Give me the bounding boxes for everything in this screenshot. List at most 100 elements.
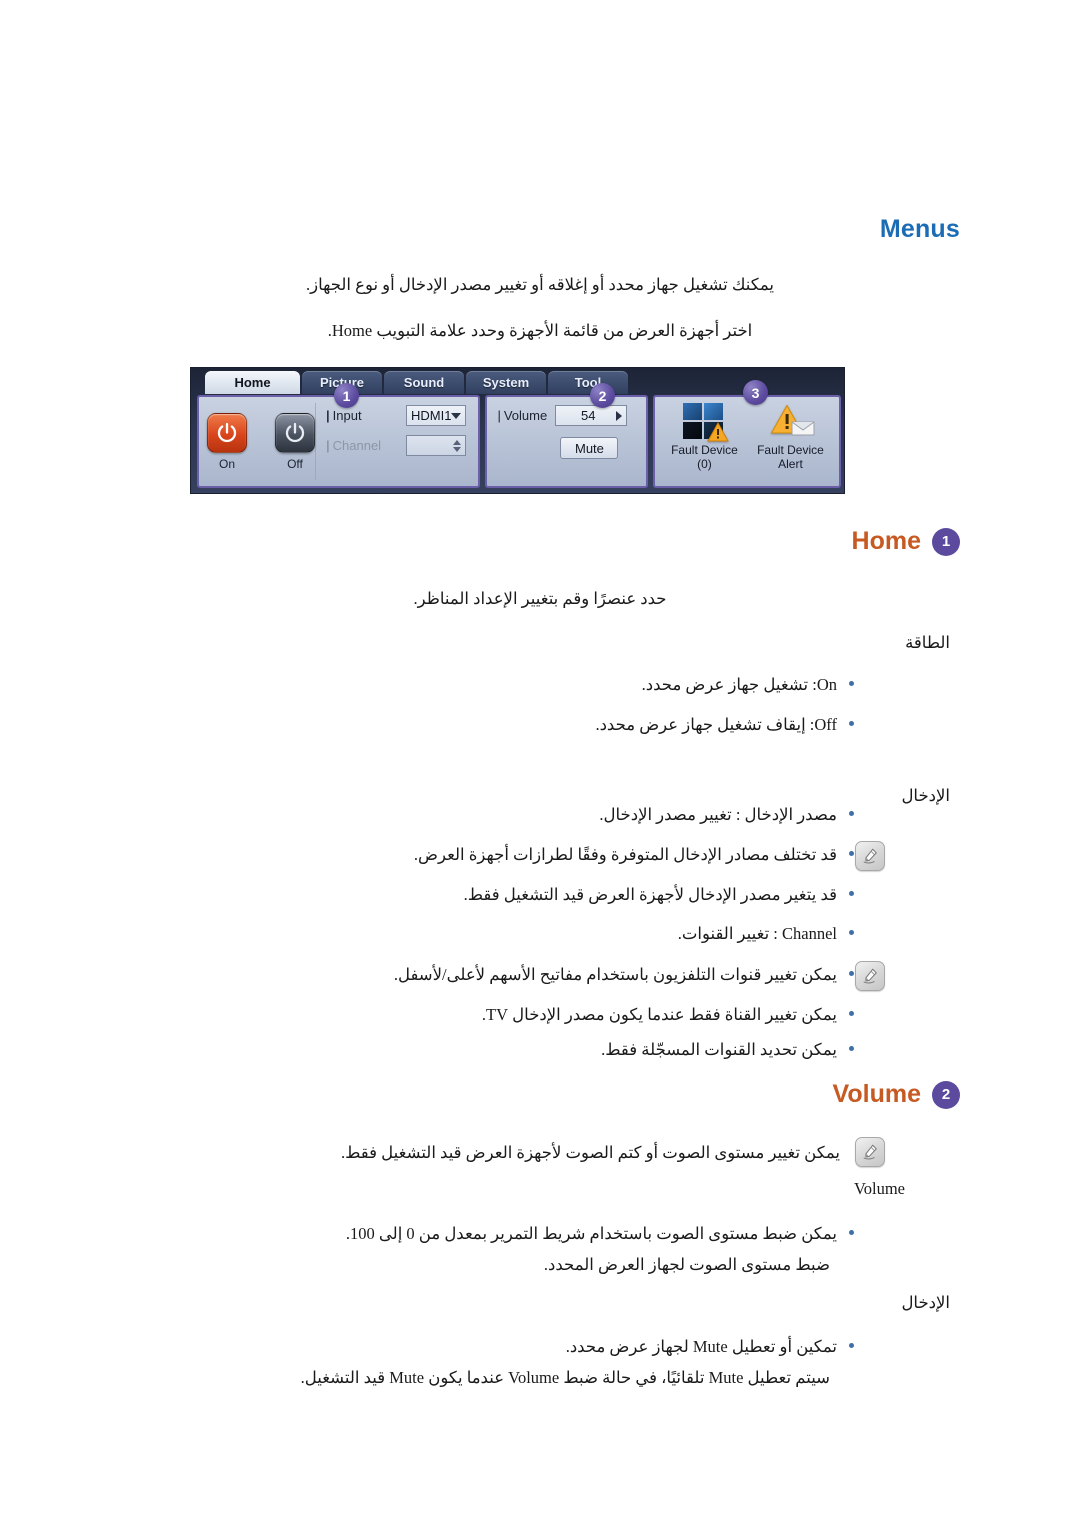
input-dropdown[interactable]: HDMI1 [406, 405, 467, 426]
input-channel-section: | Input HDMI1 | Channel [316, 397, 478, 486]
osd-body: On Off | Input HDMI1 | Channel | Volume … [197, 395, 842, 488]
bullet-channel-registered: يمكن تحديد القنوات المسجّلة فقط. [601, 1038, 854, 1063]
bullet-power-on: On: تشغيل جهاز عرض محدد. [642, 673, 854, 698]
channel-label-text: Channel [332, 438, 382, 453]
bullet-channel: Channel : تغيير القنوات. [678, 922, 854, 947]
section-badge-volume: 2 [932, 1080, 960, 1109]
bullet-dot-icon [849, 681, 854, 686]
bullet-text: يمكن تحديد القنوات المسجّلة فقط. [601, 1040, 837, 1059]
callout-badge-3: 3 [743, 380, 768, 405]
chevron-down-icon[interactable] [451, 412, 462, 419]
document-page: Menus يمكنك تشغيل جهاز محدد أو إغلاقه أو… [0, 0, 1080, 1527]
channel-marker-icon: | [326, 438, 330, 453]
spinner-up-icon[interactable] [453, 439, 462, 445]
input-label-text: Input [332, 408, 362, 423]
section-heading-home-text: Home [851, 527, 921, 555]
bullet-text: قد يتغير مصدر الإدخال لأجهزة العرض قيد ا… [463, 885, 837, 904]
volume-row: | Volume 54 [497, 405, 636, 426]
bullet-dot-icon [849, 1046, 854, 1051]
subheading-volume-input: الإدخال [901, 1293, 950, 1312]
bullet-power-off: Off: إيقاف تشغيل جهاز عرض محدد. [595, 713, 854, 738]
power-on-label: On [218, 456, 235, 471]
bullet-text: On: تشغيل جهاز عرض محدد. [641, 675, 837, 694]
bullet-dot-icon [849, 971, 854, 976]
subheading-input: الإدخال [901, 786, 950, 805]
bullet-dot-icon [849, 1343, 854, 1348]
power-off-label: Off [287, 456, 303, 471]
bullet-text: Off: إيقاف تشغيل جهاز عرض محدد. [595, 715, 837, 734]
bullet-text: Channel : تغيير القنوات. [677, 924, 837, 943]
bullet-input-source: مصدر الإدخال : تغيير مصدر الإدخال. [599, 803, 854, 828]
bullet-text: تمكين أو تعطيل Mute لجهاز عرض محدد. [565, 1337, 837, 1356]
osd-tab-home[interactable]: Home [205, 371, 300, 394]
fault-device-label-2: (0) [697, 457, 712, 472]
osd-panel-home: On Off | Input HDMI1 | Channel [197, 395, 481, 488]
callout-badge-2: 2 [590, 383, 615, 408]
osd-panel-fault: Fault Device (0) Fault Device Alert [653, 395, 842, 488]
note-icon [855, 961, 885, 991]
bullet-input-varies: قد تختلف مصادر الإدخال المتوفرة وفقًا لط… [414, 843, 854, 868]
bullet-channel-tv-only: يمكن تغيير القناة فقط عندما يكون مصدر ال… [482, 1003, 854, 1028]
envelope-icon [790, 419, 816, 442]
bullet-mute-toggle: تمكين أو تعطيل Mute لجهاز عرض محدد. [566, 1335, 854, 1360]
bullet-dot-icon [849, 1230, 854, 1235]
volume-note-text: يمكن تغيير مستوى الصوت أو كتم الصوت لأجه… [341, 1143, 840, 1162]
power-section: On Off [199, 397, 315, 486]
bullet-dot-icon [849, 891, 854, 896]
volume-field[interactable]: 54 [555, 405, 628, 426]
osd-tab-tool[interactable]: Tool [548, 371, 628, 394]
input-value: HDMI1 [411, 408, 452, 423]
spinner-icon[interactable] [453, 439, 462, 452]
bullet-text: يمكن تغيير القناة فقط عندما يكون مصدر ال… [481, 1005, 837, 1024]
bullet-text: يمكن ضبط مستوى الصوت باستخدام شريط التمر… [345, 1224, 837, 1243]
home-lead-text: حدد عنصرًا وقم بتغيير الإعداد المناظر. [413, 589, 667, 608]
section-badge-home: 1 [932, 527, 960, 556]
volume-label-text: Volume [503, 408, 548, 423]
mute-button[interactable]: Mute [560, 437, 619, 459]
bullet-volume-range: يمكن ضبط مستوى الصوت باستخدام شريط التمر… [346, 1222, 854, 1247]
bullet-dot-icon [849, 930, 854, 935]
osd-screenshot: Home Picture Sound System Tool 1 2 3 On … [190, 367, 845, 494]
fault-device-item[interactable]: Fault Device (0) [661, 403, 747, 472]
volume-label: | Volume [497, 408, 547, 423]
channel-label: | Channel [326, 438, 398, 453]
section-heading-home: Home 1 [852, 527, 960, 556]
intro-paragraph-1: يمكنك تشغيل جهاز محدد أو إغلاقه أو تغيير… [305, 275, 775, 294]
bullet-dot-icon [849, 721, 854, 726]
fault-alert-icon [766, 403, 816, 443]
osd-tab-system[interactable]: System [466, 371, 546, 394]
volume-value: 54 [580, 408, 596, 423]
note-icon [855, 841, 885, 871]
input-row: | Input HDMI1 [326, 405, 467, 426]
osd-tab-sound[interactable]: Sound [384, 371, 464, 394]
volume-subtext: ضبط مستوى الصوت لجهاز العرض المحدد. [543, 1255, 830, 1274]
input-marker-icon: | [326, 408, 330, 423]
bullet-text: قد تختلف مصادر الإدخال المتوفرة وفقًا لط… [413, 845, 837, 864]
callout-badge-1: 1 [334, 383, 359, 408]
note-icon [855, 1137, 885, 1167]
power-off-control[interactable]: Off [275, 412, 315, 471]
bullet-text: يمكن تغيير قنوات التلفزيون باستخدام مفات… [393, 965, 837, 984]
bullet-channel-arrows: يمكن تغيير قنوات التلفزيون باستخدام مفات… [394, 963, 854, 988]
input-label: | Input [326, 408, 398, 423]
fault-device-alert-item[interactable]: Fault Device Alert [747, 403, 833, 472]
bullet-input-poweron-only: قد يتغير مصدر الإدخال لأجهزة العرض قيد ا… [464, 883, 854, 908]
power-icon-on[interactable] [207, 412, 247, 453]
warning-triangle-icon [707, 421, 730, 447]
page-title: Menus [879, 215, 960, 243]
bullet-text: مصدر الإدخال : تغيير مصدر الإدخال. [599, 805, 837, 824]
channel-stepper[interactable] [406, 435, 467, 456]
fault-alert-label-1: Fault Device [757, 443, 824, 457]
volume-marker-icon: | [497, 408, 501, 423]
power-icon-off[interactable] [275, 412, 315, 453]
mute-auto-text: سيتم تعطيل Mute تلقائيًا، في حالة ضبط Vo… [300, 1368, 830, 1387]
spinner-down-icon[interactable] [453, 446, 462, 452]
bullet-dot-icon [849, 851, 854, 856]
power-on-control[interactable]: On [207, 412, 247, 471]
channel-row: | Channel [326, 435, 467, 456]
subheading-power: الطاقة [905, 633, 950, 652]
osd-panel-volume: | Volume 54 Mute [485, 395, 649, 488]
bullet-dot-icon [849, 1011, 854, 1016]
chevron-right-icon[interactable] [616, 410, 623, 421]
fault-alert-label-2: Alert [778, 457, 803, 472]
